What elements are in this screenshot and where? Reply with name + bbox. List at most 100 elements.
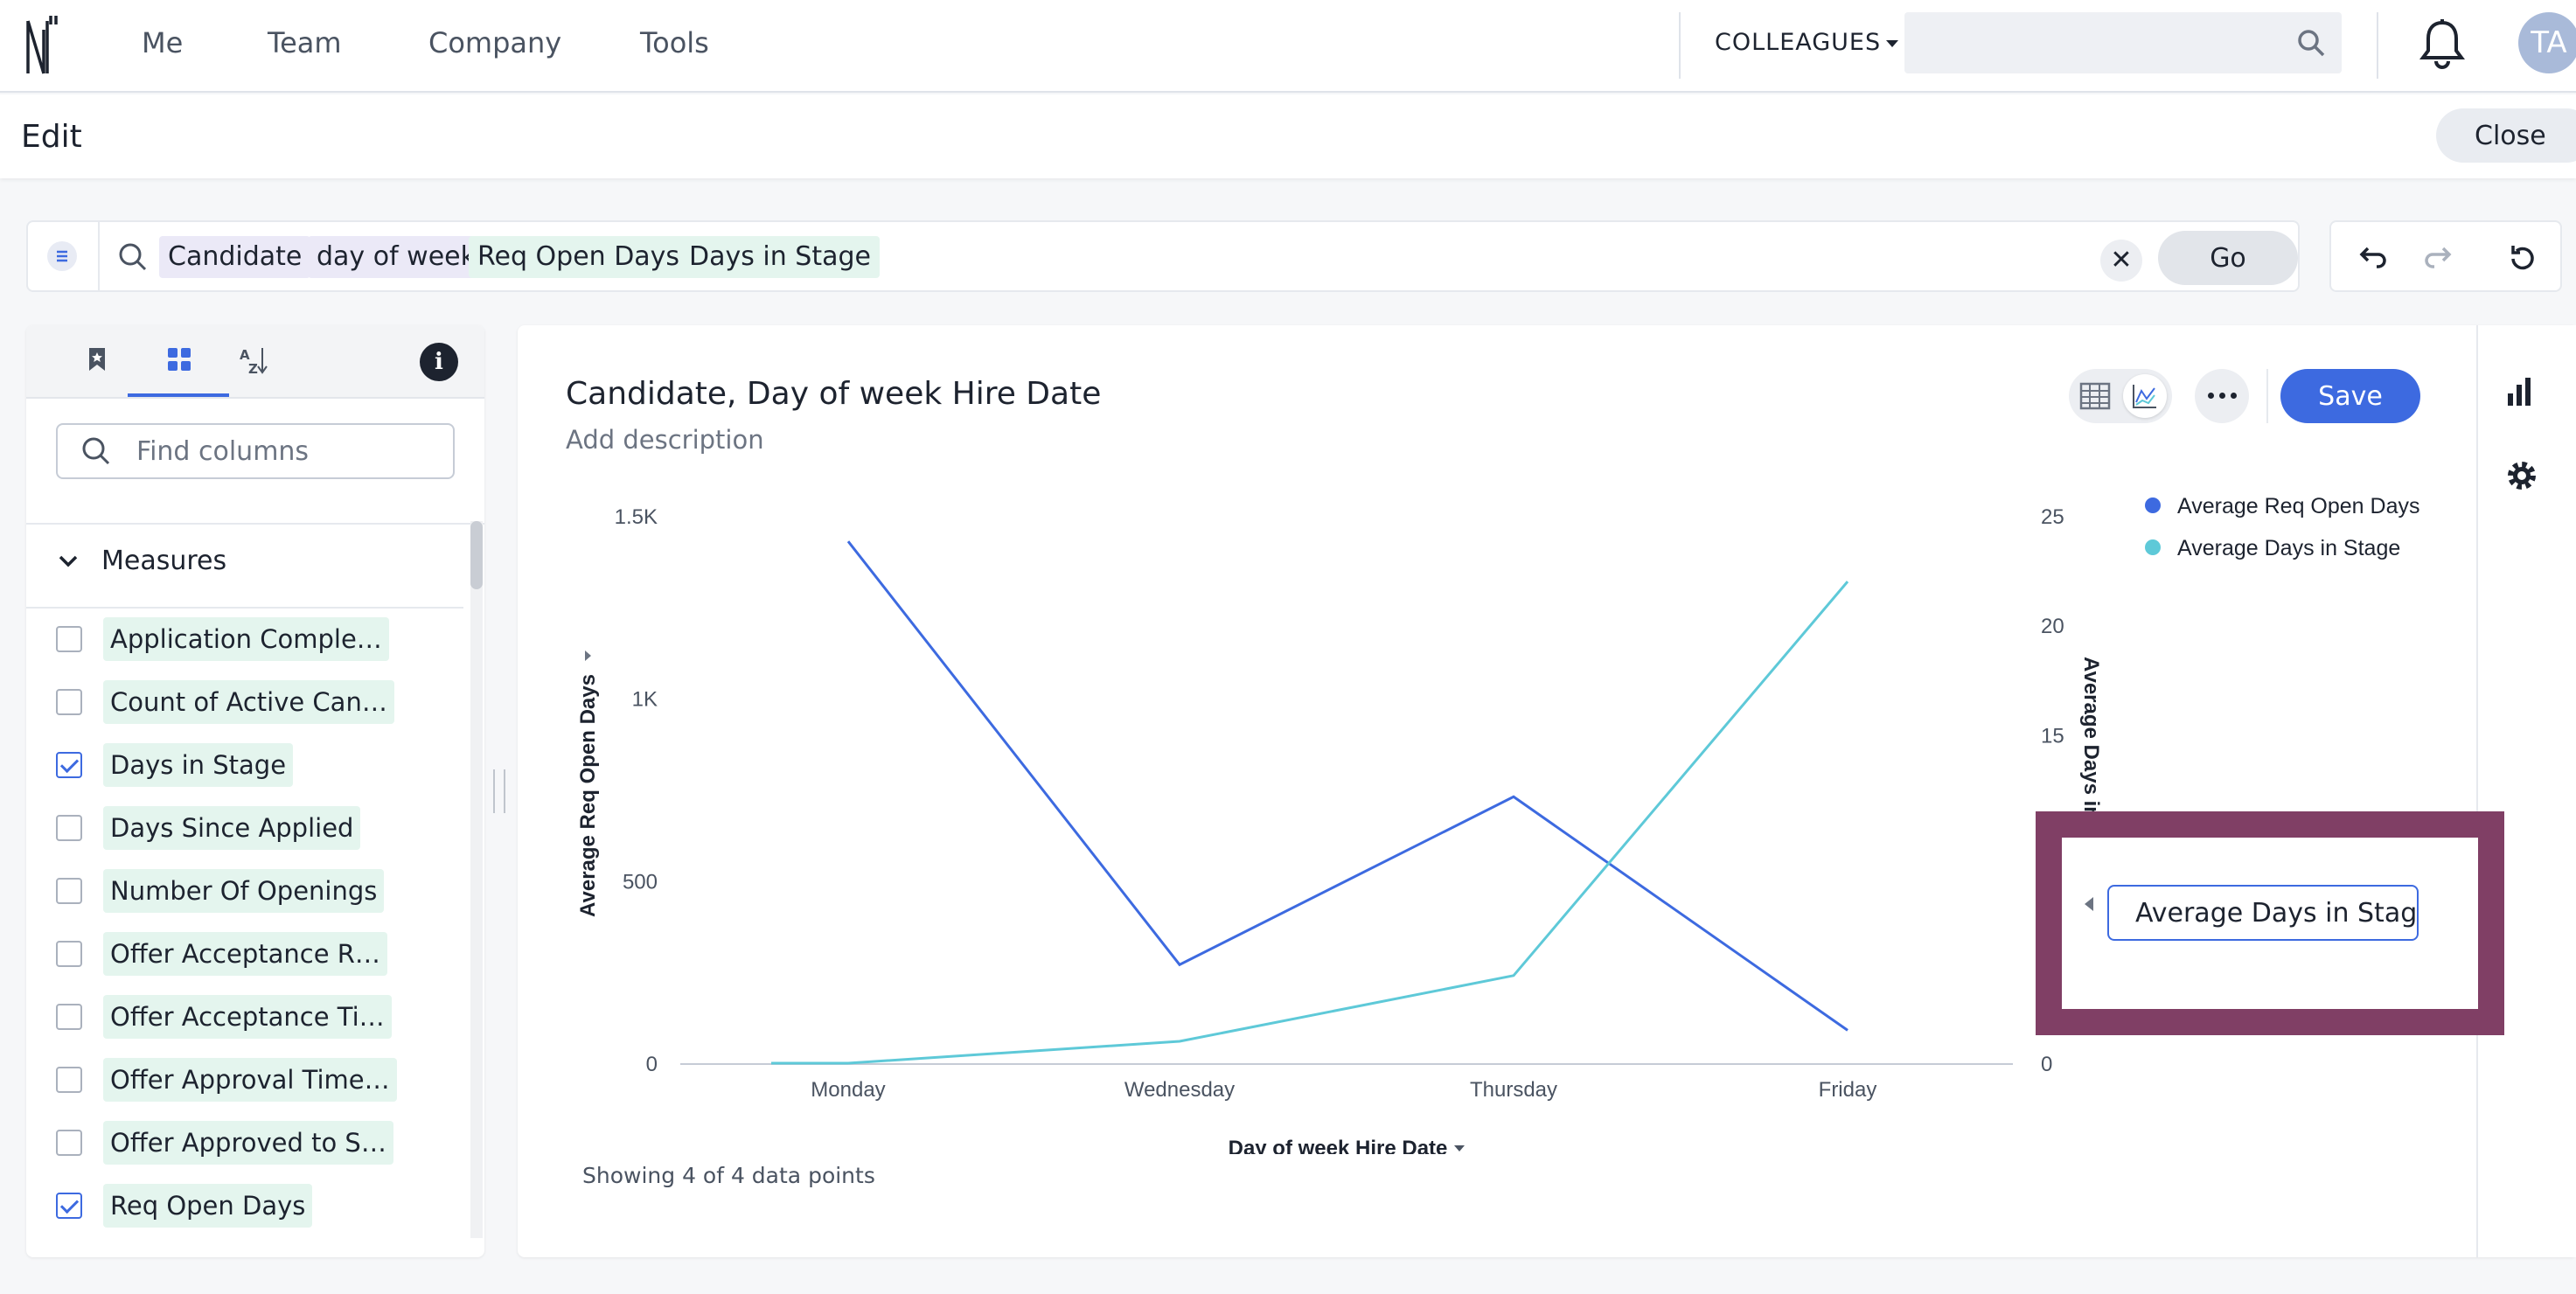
axis-name-input[interactable]: [2107, 885, 2419, 941]
column-item[interactable]: Offer Approved to S…: [56, 1117, 458, 1166]
data-source-menu-button[interactable]: [47, 241, 77, 271]
x-tick-label: Friday: [1819, 1078, 1877, 1102]
reset-icon[interactable]: [2506, 241, 2539, 275]
nav-item-team[interactable]: Team: [268, 26, 342, 59]
x-tick-label: Thursday: [1470, 1078, 1557, 1102]
history-controls: [2329, 220, 2562, 292]
legend-label: Average Req Open Days: [2177, 494, 2419, 518]
scrollbar-track[interactable]: [470, 521, 483, 1238]
sort-az-icon[interactable]: AZ: [236, 344, 269, 378]
panel-resize-handle[interactable]: [493, 769, 505, 813]
divider: [2377, 12, 2378, 79]
redo-icon[interactable]: [2422, 241, 2454, 273]
caret-left-icon: [2085, 897, 2093, 911]
search-token[interactable]: Days in Stage: [680, 236, 880, 278]
nav-item-me[interactable]: Me: [142, 26, 183, 59]
checkbox[interactable]: [56, 689, 82, 715]
column-label: Days Since Applied: [103, 806, 361, 850]
column-item[interactable]: Count of Active Can…: [56, 677, 458, 726]
y-left-tick-label: 500: [623, 870, 658, 894]
chevron-down-icon: [59, 555, 78, 567]
find-columns-input[interactable]: [56, 423, 455, 479]
divider: [1679, 12, 1681, 79]
legend-swatch: [2145, 539, 2161, 555]
y-left-tick-label: 0: [646, 1053, 658, 1076]
caret-down-icon: [1454, 1145, 1465, 1151]
search-token[interactable]: day of week: [308, 236, 484, 278]
y-left-tick-label: 1.5K: [615, 505, 658, 529]
column-label: Offer Approval Time…: [103, 1058, 397, 1102]
column-item[interactable]: Application Comple…: [56, 614, 458, 663]
section-label: Measures: [101, 546, 227, 576]
chart-title[interactable]: Candidate, Day of week Hire Date: [566, 376, 1101, 412]
bell-icon[interactable]: [2419, 17, 2466, 70]
y-left-tick-label: 1K: [632, 688, 658, 712]
column-item[interactable]: Offer Acceptance Ti…: [56, 991, 458, 1040]
column-item[interactable]: Days Since Applied: [56, 803, 458, 852]
column-item[interactable]: Number Of Openings: [56, 866, 458, 915]
y-right-tick-label: 15: [2041, 724, 2064, 748]
legend-swatch: [2145, 497, 2161, 513]
bar-chart-icon[interactable]: [2503, 374, 2538, 409]
page-title: Edit: [21, 119, 82, 155]
app-logo[interactable]: [24, 12, 59, 77]
close-button[interactable]: Close: [2436, 108, 2576, 163]
column-item[interactable]: Days in Stage: [56, 740, 458, 789]
y-right-tick-label: 20: [2041, 615, 2064, 638]
checkbox[interactable]: [56, 1130, 82, 1156]
more-options-button[interactable]: [2195, 369, 2249, 423]
search-icon: [2298, 30, 2325, 57]
nav-item-company[interactable]: Company: [428, 26, 561, 59]
search-token[interactable]: Candidate: [159, 236, 311, 278]
column-item[interactable]: Offer Approval Time…: [56, 1054, 458, 1103]
checkbox[interactable]: [56, 1004, 82, 1030]
divider: [98, 222, 100, 290]
save-button[interactable]: Save: [2280, 369, 2420, 423]
column-label: Application Comple…: [103, 617, 389, 661]
bookmark-icon[interactable]: [82, 344, 112, 374]
go-button[interactable]: Go: [2158, 231, 2298, 285]
columns-panel: AZ i Measures Application Comple… Count …: [26, 325, 484, 1257]
checkbox[interactable]: [56, 752, 82, 778]
colleagues-label: COLLEAGUES: [1715, 29, 1882, 56]
chart-description[interactable]: Add description: [566, 425, 764, 455]
measures-section-header[interactable]: Measures: [56, 546, 226, 581]
column-item[interactable]: Offer Acceptance R…: [56, 929, 458, 977]
grid-icon[interactable]: [164, 344, 194, 374]
caret-right-icon: [585, 650, 591, 661]
column-label: Offer Acceptance R…: [103, 932, 387, 976]
checkbox[interactable]: [56, 815, 82, 841]
checkbox[interactable]: [56, 878, 82, 904]
x-axis-title: Day of week Hire Date: [1229, 1137, 1448, 1154]
column-item[interactable]: Req Open Days: [56, 1180, 458, 1229]
search-token[interactable]: Req Open Days: [469, 236, 689, 278]
more-dot: [2218, 393, 2225, 399]
scrollbar-thumb[interactable]: [470, 521, 483, 589]
top-nav: Me Team Company Tools COLLEAGUES TA: [0, 0, 2576, 93]
x-tick-label: Wednesday: [1124, 1078, 1235, 1102]
checkbox[interactable]: [56, 1067, 82, 1093]
columns-panel-tabs: AZ i: [26, 325, 484, 399]
active-tab-indicator: [128, 393, 229, 397]
checkbox[interactable]: [56, 626, 82, 652]
column-label: Count of Active Can…: [103, 680, 394, 724]
checkbox[interactable]: [56, 1193, 82, 1219]
divider: [26, 607, 463, 609]
caret-down-icon: [1886, 39, 1899, 47]
avatar[interactable]: TA: [2518, 12, 2576, 73]
table-icon[interactable]: [2079, 381, 2111, 411]
chart-view-button[interactable]: [2123, 374, 2167, 418]
column-label: Offer Acceptance Ti…: [103, 995, 392, 1039]
column-label: Days in Stage: [103, 743, 294, 787]
column-label: Req Open Days: [103, 1184, 313, 1228]
global-search-input[interactable]: [1904, 12, 2342, 73]
colleagues-dropdown[interactable]: COLLEAGUES: [1715, 29, 1899, 56]
nav-item-tools[interactable]: Tools: [640, 26, 709, 59]
svg-text:Z: Z: [248, 361, 258, 377]
clear-search-button[interactable]: ✕: [2100, 240, 2142, 282]
checkbox[interactable]: [56, 941, 82, 967]
info-icon[interactable]: i: [420, 343, 458, 381]
edit-bar: Edit Close: [0, 94, 2576, 178]
undo-icon[interactable]: [2357, 241, 2389, 273]
x-tick-label: Monday: [811, 1078, 885, 1102]
